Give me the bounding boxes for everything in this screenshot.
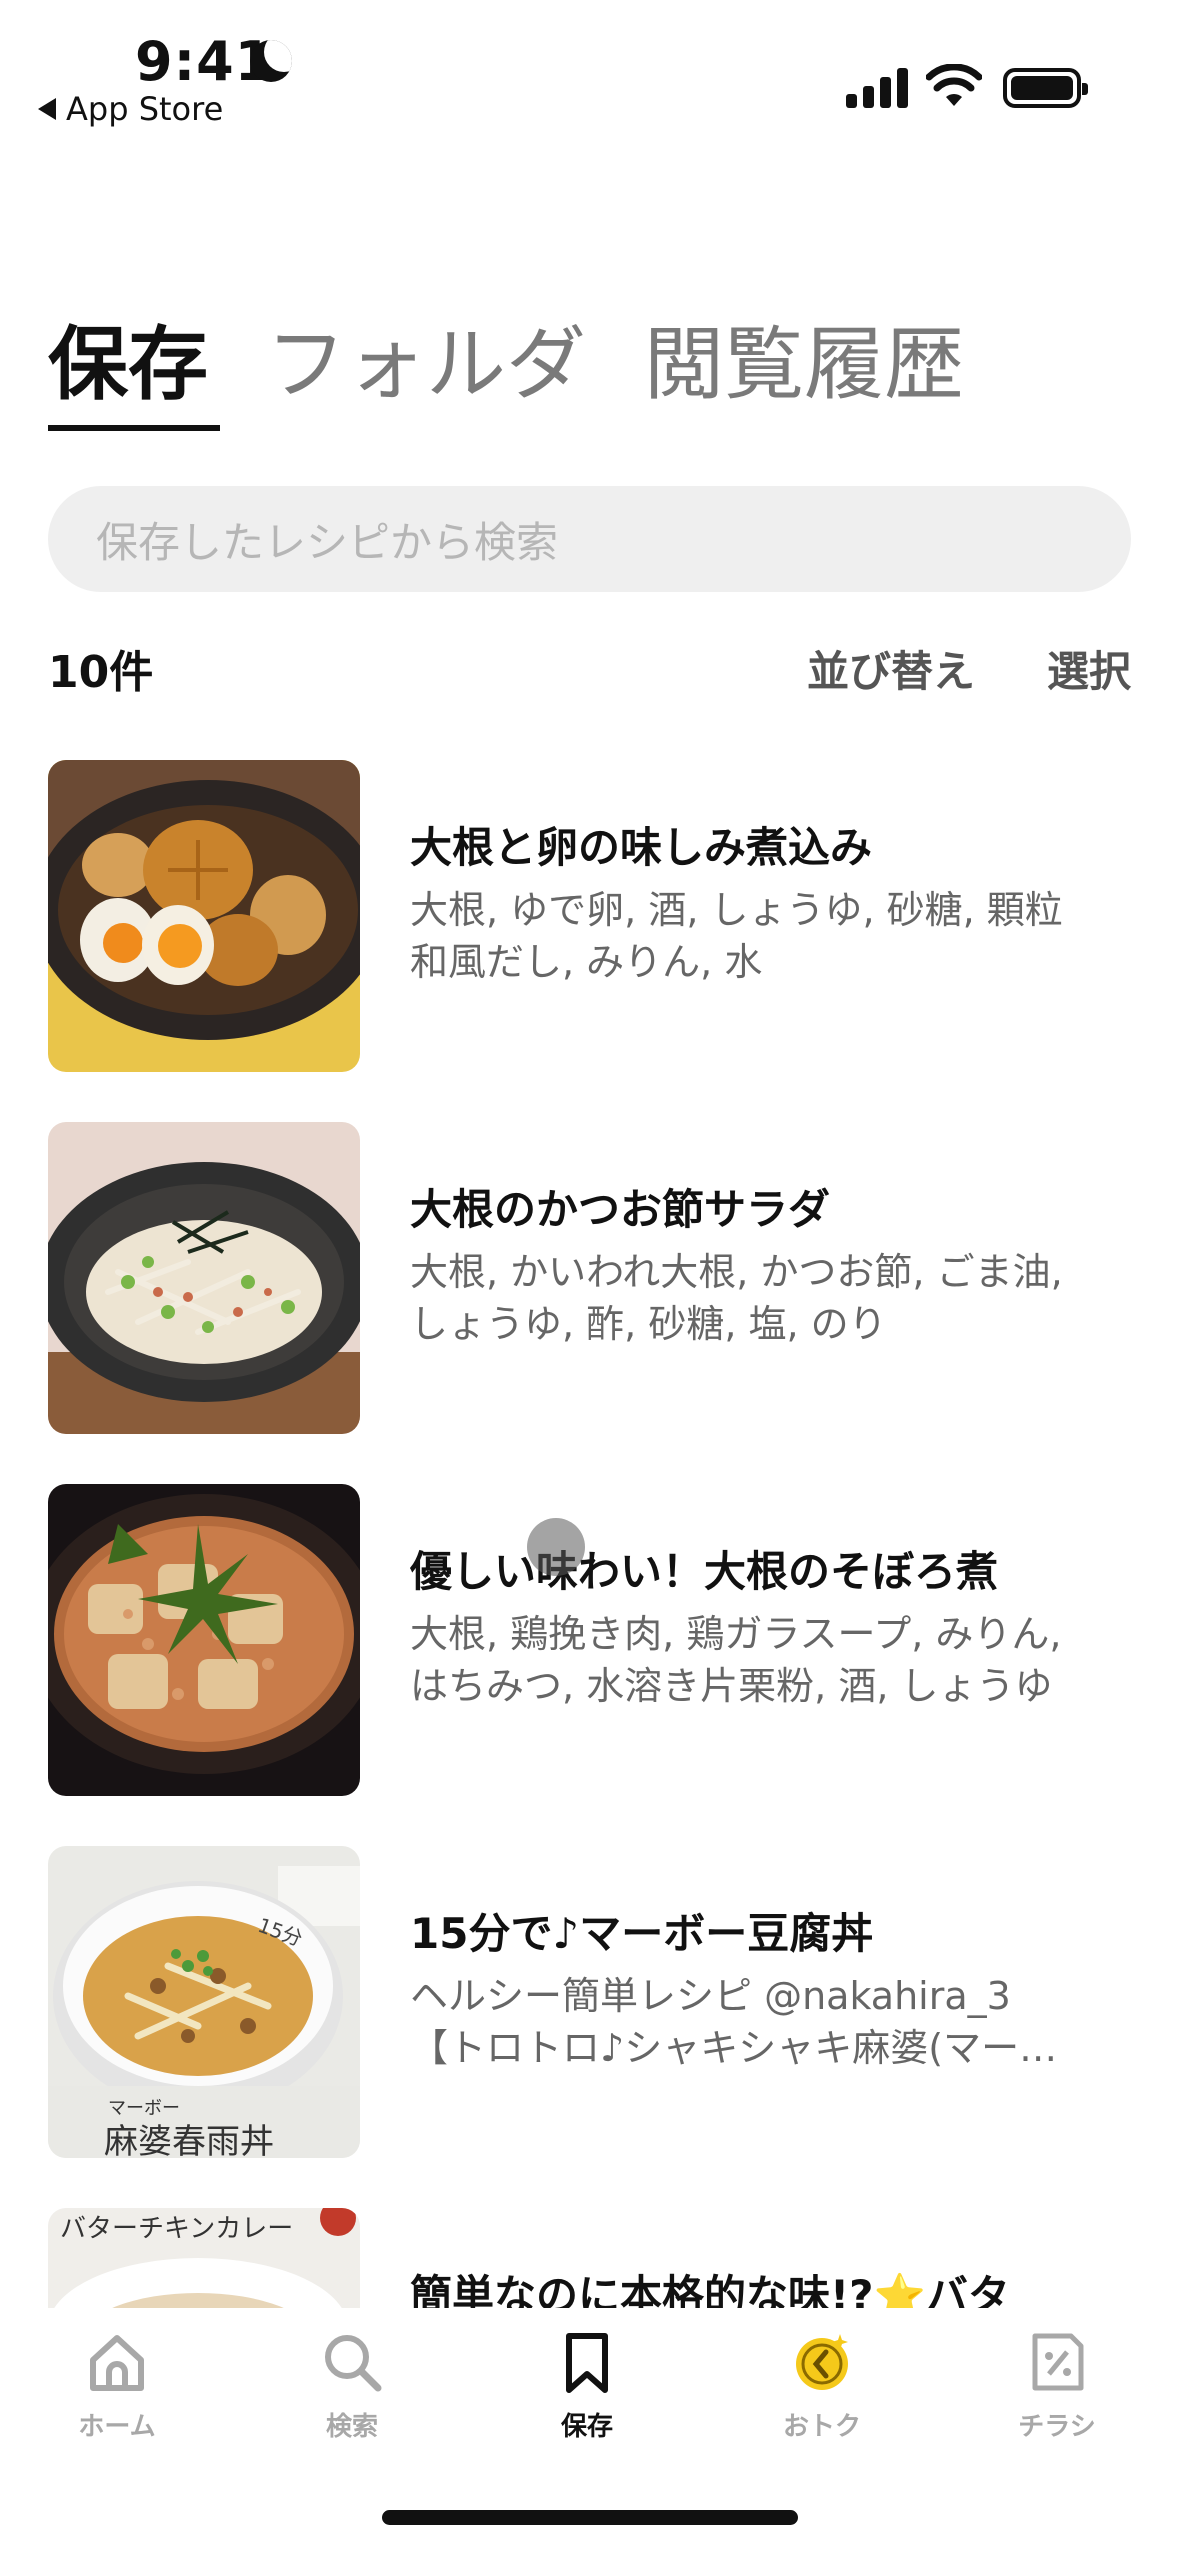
tabbar-label: おトク [782,2412,861,2442]
tabbar-label: 保存 [560,2412,613,2442]
home-indicator [382,2510,798,2525]
recipe-description: ヘルシー簡単レシピ @nakahira_3 【トロトロ♪シャキシャキ麻婆(マー… [410,1974,1058,2070]
tabbar-deals[interactable]: おトク [742,2330,902,2443]
saved-count: 10件 [48,647,154,698]
tab-history[interactable]: 閲覧履歴 [644,300,964,440]
recipe-title: 簡単なのに本格的な味!?⭐バタ [410,2271,1010,2308]
tabbar-saved[interactable]: 保存 [507,2330,667,2443]
moon-icon [250,40,292,82]
recipe-item[interactable]: バターチキンカレー 簡単なのに本格的な味!?⭐バタ [48,2208,1158,2308]
back-to-app-link[interactable]: App Store [38,90,223,128]
recipe-item[interactable]: 優しい味わい！大根のそぼろ煮 大根, 鶏挽き肉, 鶏ガラスープ, みりん, はち… [48,1484,1158,1796]
back-app-label: App Store [66,90,224,128]
recipe-item[interactable]: 大根のかつお節サラダ 大根, かいわれ大根, かつお節, ごま油, しょうゆ, … [48,1122,1158,1434]
saved-tabs: 保存 フォルダ 閲覧履歴 [48,300,964,440]
status-bar: 9:41 App Store [0,0,1179,150]
search-input[interactable]: 保存したレシピから検索 [48,486,1131,592]
recipe-item[interactable]: 大根と卵の味しみ煮込み 大根, ゆで卵, 酒, しょうゆ, 砂糖, 顆粒 和風だ… [48,760,1158,1072]
home-icon [90,2335,144,2391]
flyer-icon [1032,2333,1084,2391]
tabbar-flyer[interactable]: チラシ [977,2330,1137,2443]
thumb-text: 麻婆春雨丼 [104,2122,274,2158]
recipe-thumbnail-daikon-salad [48,1122,360,1434]
recipe-title: 大根と卵の味しみ煮込み [410,823,873,872]
tabbar-label: チラシ [1018,2412,1096,2442]
recipe-title: 大根のかつお節サラダ [410,1185,831,1234]
tabbar-home[interactable]: ホーム [37,2330,197,2443]
select-button[interactable]: 選択 [1047,638,1131,699]
battery-icon [1003,68,1088,108]
recipe-list: 大根と卵の味しみ煮込み 大根, ゆで卵, 酒, しょうゆ, 砂糖, 顆粒 和風だ… [48,760,1158,2308]
recipe-thumbnail-daikon-egg [48,760,360,1072]
recipe-item[interactable]: 15分 マーボー 麻婆春雨丼 15分で♪マーボー豆腐丼 ヘルシー簡単レシピ @n… [48,1846,1158,2158]
wifi-icon [926,64,982,106]
bookmark-icon [566,2333,608,2393]
recipe-description: 大根, かいわれ大根, かつお節, ごま油, しょうゆ, 酢, 砂糖, 塩, の… [410,1250,1063,1346]
list-actions: 並び替え 選択 [807,638,1131,699]
recipe-description: 大根, 鶏挽き肉, 鶏ガラスープ, みりん, はちみつ, 水溶き片栗粉, 酒, … [410,1612,1062,1708]
recipe-thumbnail-mabo: 15分 マーボー 麻婆春雨丼 [48,1846,360,2158]
cellular-signal-icon [846,68,908,108]
tabbar-label: 検索 [325,2412,378,2442]
recipe-thumbnail-butter-chicken: バターチキンカレー [48,2208,360,2308]
tabbar-search[interactable]: 検索 [272,2330,432,2443]
recipe-info: 大根のかつお節サラダ 大根, かいわれ大根, かつお節, ごま油, しょうゆ, … [410,1182,1150,1350]
tabbar-label: ホーム [78,2412,156,2442]
recipe-info: 15分で♪マーボー豆腐丼 ヘルシー簡単レシピ @nakahira_3 【トロトロ… [410,1906,1150,2074]
search-icon [325,2335,382,2392]
recipe-info: 大根と卵の味しみ煮込み 大根, ゆで卵, 酒, しょうゆ, 砂糖, 顆粒 和風だ… [410,820,1150,988]
list-header: 10件 並び替え 選択 [48,638,1131,699]
recipe-thumbnail-soboro [48,1484,360,1796]
thumb-text: バターチキンカレー [60,2214,294,2244]
recipe-info: 優しい味わい！大根のそぼろ煮 大根, 鶏挽き肉, 鶏ガラスープ, みりん, はち… [410,1544,1150,1712]
tab-folder[interactable]: フォルダ [266,300,586,440]
touch-indicator [527,1518,585,1576]
recipe-title: 15分で♪マーボー豆腐丼 [410,1909,874,1958]
back-triangle-icon [38,98,56,120]
tab-saved[interactable]: 保存 [48,300,220,440]
recipe-title: 優しい味わい！大根のそぼろ煮 [410,1547,999,1596]
recipe-description: 大根, ゆで卵, 酒, しょうゆ, 砂糖, 顆粒 和風だし, みりん, 水 [410,888,1063,984]
coin-icon [796,2334,848,2390]
sort-button[interactable]: 並び替え [807,638,975,699]
recipe-info: 簡単なのに本格的な味!?⭐バタ [410,2268,1150,2308]
